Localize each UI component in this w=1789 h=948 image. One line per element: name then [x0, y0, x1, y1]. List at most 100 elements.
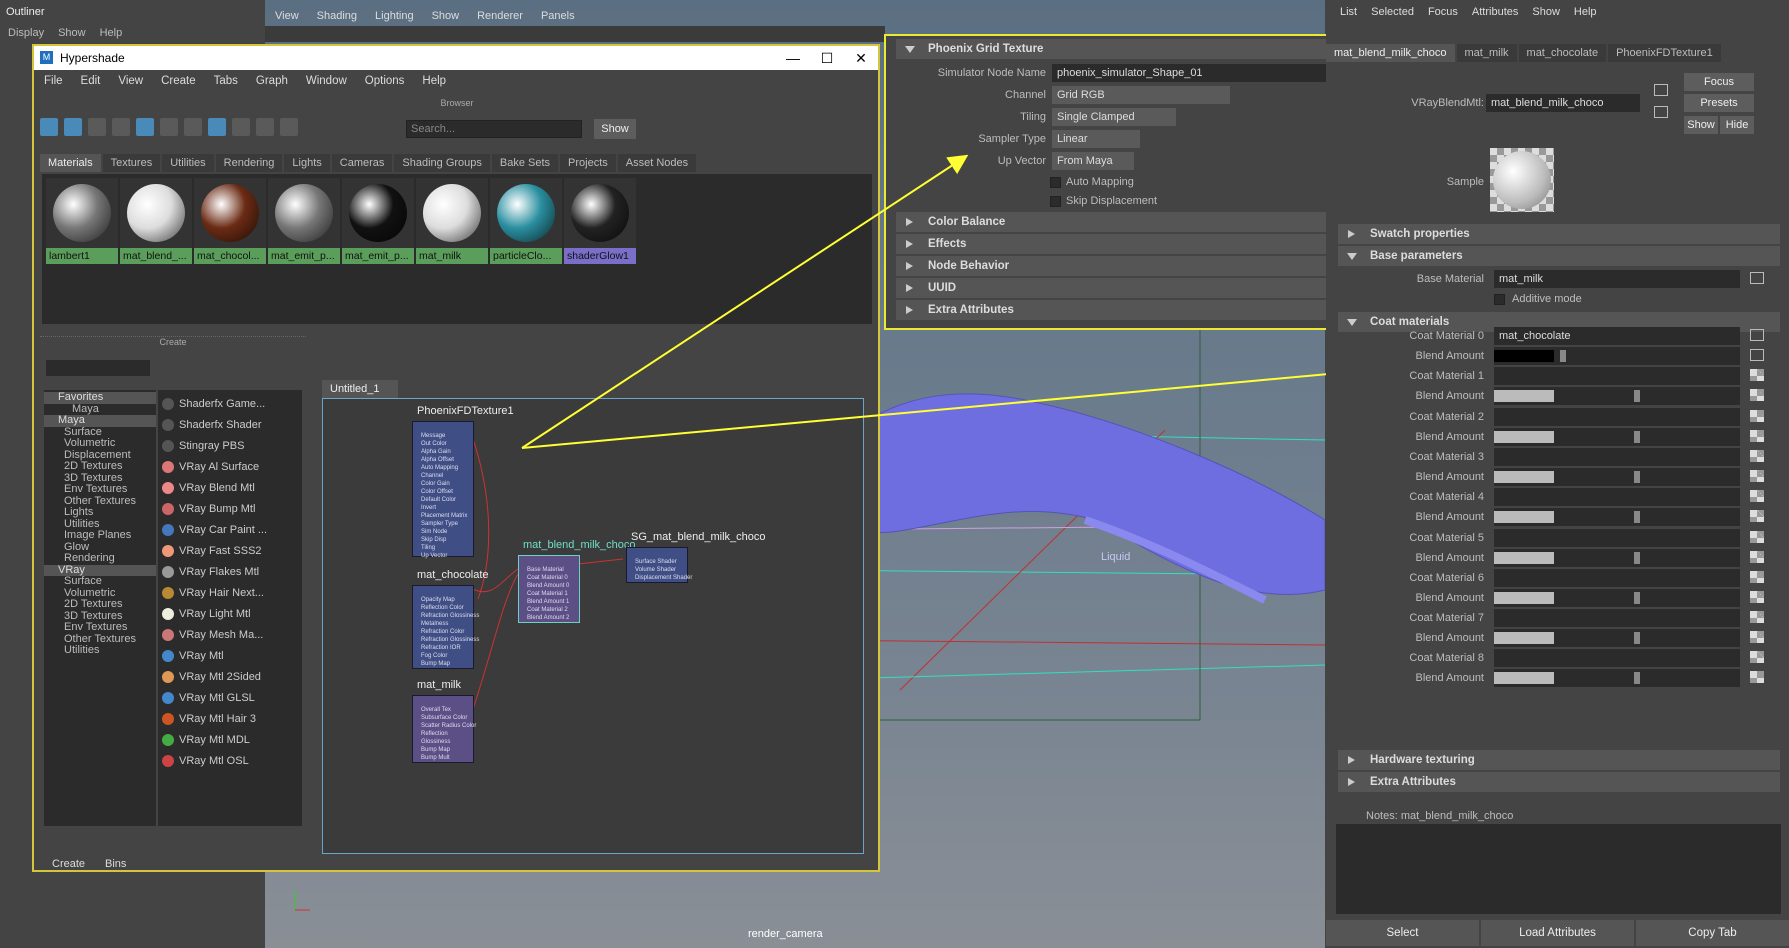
- list-view-icon[interactable]: [88, 118, 106, 136]
- menu-options[interactable]: Options: [365, 75, 405, 87]
- map-button-icon[interactable]: [1750, 469, 1764, 482]
- medium-swatch-icon[interactable]: [136, 118, 154, 136]
- blend-amount-slider[interactable]: [1494, 588, 1740, 607]
- viewport-menu-view[interactable]: View: [275, 10, 299, 22]
- toggle-on-icon[interactable]: [40, 118, 58, 136]
- tab-shading-groups[interactable]: Shading Groups: [394, 154, 490, 172]
- blend-amount-slider[interactable]: [1494, 669, 1740, 688]
- tab-materials[interactable]: Materials: [40, 154, 101, 172]
- node-port[interactable]: Up Vector: [413, 552, 473, 560]
- section-phoenix-grid-texture[interactable]: Phoenix Grid Texture: [896, 39, 1328, 59]
- sampler-dropdown[interactable]: Linear: [1052, 130, 1140, 148]
- coat-material-field[interactable]: [1494, 407, 1740, 426]
- node-port[interactable]: Message: [413, 432, 473, 440]
- section-extra-attributes[interactable]: Extra Attributes: [896, 300, 1328, 320]
- tree-item[interactable]: Maya: [44, 414, 156, 427]
- map-button-icon[interactable]: [1750, 429, 1764, 442]
- refresh-icon[interactable]: [280, 118, 298, 136]
- node-port[interactable]: Opacity Map: [413, 596, 473, 604]
- node-port[interactable]: Subsurface Color: [413, 714, 473, 722]
- coat-material-field[interactable]: [1494, 447, 1740, 466]
- node-port[interactable]: Bump Map: [413, 746, 473, 754]
- small-swatch-icon[interactable]: [112, 118, 130, 136]
- node-port[interactable]: Volume Shader: [627, 566, 687, 574]
- material-swatch[interactable]: shaderGlow1: [564, 178, 636, 264]
- tab-bake-sets[interactable]: Bake Sets: [491, 154, 559, 172]
- node-port[interactable]: Default Color: [413, 496, 473, 504]
- viewport-menu-show[interactable]: Show: [432, 10, 460, 22]
- node-port[interactable]: Refraction Glossiness: [413, 636, 479, 644]
- sort-type-icon[interactable]: [232, 118, 250, 136]
- create-node-item[interactable]: Shaderfx Game...: [162, 394, 282, 414]
- node-port[interactable]: Coat Material 1: [519, 590, 579, 598]
- blend-amount-slider[interactable]: [1494, 629, 1740, 648]
- tab-cameras[interactable]: Cameras: [331, 154, 393, 172]
- menu-file[interactable]: File: [44, 75, 63, 87]
- node-port[interactable]: Bump Mult: [413, 754, 473, 762]
- slider-knob[interactable]: [1634, 672, 1640, 685]
- tiling-dropdown[interactable]: Single Clamped: [1052, 108, 1176, 126]
- viewport-menu-lighting[interactable]: Lighting: [375, 10, 414, 22]
- hypershade-titlebar[interactable]: Hypershade: [34, 46, 878, 70]
- blend-amount-slider[interactable]: [1494, 548, 1740, 567]
- node-graph-canvas[interactable]: PhoenixFDTexture1 Message Out Color Alpha G…: [322, 398, 864, 854]
- close-icon[interactable]: ✕: [846, 48, 876, 68]
- tree-item[interactable]: Utilities: [44, 644, 156, 657]
- tab-asset-nodes[interactable]: Asset Nodes: [617, 154, 697, 172]
- section-base-parameters[interactable]: Base parameters: [1338, 246, 1780, 266]
- tree-item[interactable]: Env Textures: [44, 621, 156, 634]
- node-port[interactable]: Auto Mapping: [413, 464, 473, 472]
- node-port[interactable]: Coat Material 2: [519, 606, 579, 614]
- load-icon[interactable]: [1654, 84, 1668, 96]
- create-node-item[interactable]: VRay Mtl: [162, 646, 282, 666]
- node-port[interactable]: Out Color: [413, 440, 473, 448]
- coat-material-field[interactable]: [1494, 568, 1740, 587]
- select-button[interactable]: Select: [1326, 920, 1479, 946]
- map-button-icon[interactable]: [1750, 651, 1764, 664]
- skip-displacement-checkbox[interactable]: [1050, 196, 1061, 207]
- create-node-item[interactable]: VRay Al Surface: [162, 457, 282, 477]
- section-node-behavior[interactable]: Node Behavior: [896, 256, 1328, 276]
- ae-tab-milk[interactable]: mat_milk: [1456, 44, 1517, 62]
- node-phoenix-fd-texture[interactable]: PhoenixFDTexture1 Message Out Color Alpha G…: [412, 405, 514, 560]
- node-port[interactable]: Glossiness: [413, 738, 473, 746]
- ae-menu-selected[interactable]: Selected: [1371, 6, 1414, 26]
- node-port[interactable]: Surface Shader: [627, 558, 687, 566]
- menu-graph[interactable]: Graph: [256, 75, 288, 87]
- tree-item[interactable]: Image Planes: [44, 529, 156, 542]
- coat-material-field[interactable]: [1494, 367, 1740, 386]
- tab-projects[interactable]: Projects: [560, 154, 616, 172]
- tab-utilities[interactable]: Utilities: [162, 154, 214, 172]
- material-swatch[interactable]: lambert1: [46, 178, 118, 264]
- blend-amount-slider[interactable]: [1494, 508, 1740, 527]
- tab-bins[interactable]: Bins: [105, 858, 126, 874]
- slider-knob[interactable]: [1560, 350, 1566, 362]
- map-button-icon[interactable]: [1750, 671, 1764, 684]
- map-button-icon[interactable]: [1750, 389, 1764, 402]
- slider-knob[interactable]: [1634, 511, 1640, 524]
- create-node-item[interactable]: VRay Mtl OSL: [162, 751, 282, 771]
- menu-create[interactable]: Create: [161, 75, 196, 87]
- outliner-menu-display[interactable]: Display: [8, 27, 44, 39]
- minimize-icon[interactable]: —: [778, 48, 808, 68]
- section-hardware-texturing[interactable]: Hardware texturing: [1338, 750, 1780, 770]
- tab-textures[interactable]: Textures: [102, 154, 161, 172]
- node-port[interactable]: Blend Amount 1: [519, 598, 579, 606]
- create-node-item[interactable]: VRay Fast SSS2: [162, 541, 282, 561]
- large-swatch-icon[interactable]: [160, 118, 178, 136]
- show-button[interactable]: Show: [1684, 116, 1718, 134]
- maximize-icon[interactable]: ☐: [812, 48, 842, 68]
- map-button-icon[interactable]: [1750, 530, 1764, 543]
- blend-amount-slider[interactable]: [1494, 347, 1740, 365]
- node-port[interactable]: Metalness: [413, 620, 473, 628]
- node-port[interactable]: Bump Map: [413, 660, 473, 668]
- node-port[interactable]: Tiling: [413, 544, 473, 552]
- menu-help[interactable]: Help: [422, 75, 446, 87]
- notes-textarea[interactable]: [1336, 824, 1781, 914]
- ae-menu-show[interactable]: Show: [1532, 6, 1560, 26]
- focus-button[interactable]: Focus: [1684, 73, 1754, 91]
- coat-material-field[interactable]: [1494, 649, 1740, 668]
- node-sg[interactable]: SG_mat_blend_milk_choco Surface Shader Vol…: [626, 531, 766, 583]
- viewport-menu-panels[interactable]: Panels: [541, 10, 575, 22]
- node-port[interactable]: Color Offset: [413, 488, 473, 496]
